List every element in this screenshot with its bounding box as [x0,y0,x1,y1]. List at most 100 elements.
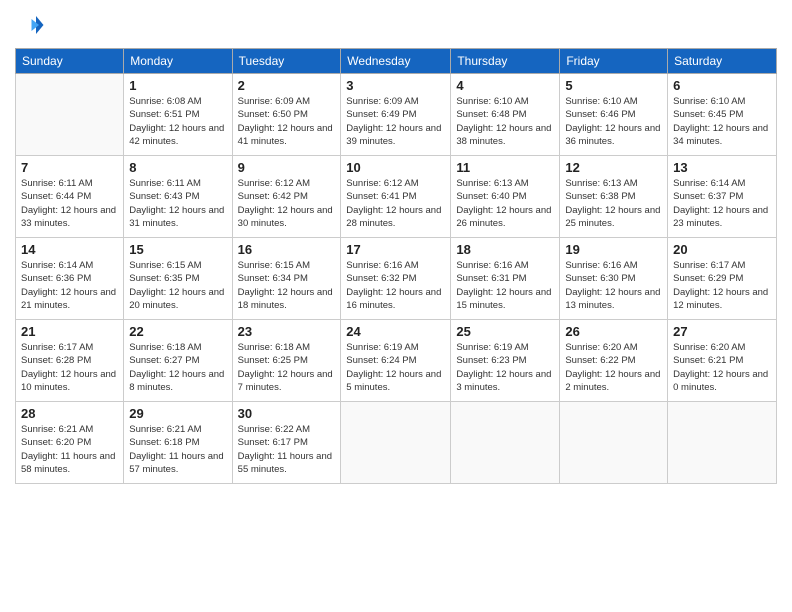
calendar-cell: 8 Sunrise: 6:11 AM Sunset: 6:43 PM Dayli… [124,156,232,238]
day-info: Sunrise: 6:10 AM Sunset: 6:48 PM Dayligh… [456,95,554,148]
calendar-cell: 30 Sunrise: 6:22 AM Sunset: 6:17 PM Dayl… [232,402,341,484]
day-info: Sunrise: 6:16 AM Sunset: 6:30 PM Dayligh… [565,259,662,312]
calendar-cell: 18 Sunrise: 6:16 AM Sunset: 6:31 PM Dayl… [451,238,560,320]
calendar-cell: 19 Sunrise: 6:16 AM Sunset: 6:30 PM Dayl… [560,238,668,320]
day-info: Sunrise: 6:21 AM Sunset: 6:18 PM Dayligh… [129,423,226,476]
day-number: 13 [673,160,771,175]
day-number: 11 [456,160,554,175]
day-number: 14 [21,242,118,257]
day-info: Sunrise: 6:16 AM Sunset: 6:31 PM Dayligh… [456,259,554,312]
week-row-2: 7 Sunrise: 6:11 AM Sunset: 6:44 PM Dayli… [16,156,777,238]
calendar-cell: 28 Sunrise: 6:21 AM Sunset: 6:20 PM Dayl… [16,402,124,484]
calendar-cell: 9 Sunrise: 6:12 AM Sunset: 6:42 PM Dayli… [232,156,341,238]
calendar-cell: 24 Sunrise: 6:19 AM Sunset: 6:24 PM Dayl… [341,320,451,402]
day-info: Sunrise: 6:12 AM Sunset: 6:41 PM Dayligh… [346,177,445,230]
day-info: Sunrise: 6:18 AM Sunset: 6:27 PM Dayligh… [129,341,226,394]
day-number: 25 [456,324,554,339]
day-info: Sunrise: 6:08 AM Sunset: 6:51 PM Dayligh… [129,95,226,148]
day-info: Sunrise: 6:10 AM Sunset: 6:45 PM Dayligh… [673,95,771,148]
day-info: Sunrise: 6:20 AM Sunset: 6:22 PM Dayligh… [565,341,662,394]
day-info: Sunrise: 6:13 AM Sunset: 6:38 PM Dayligh… [565,177,662,230]
week-row-3: 14 Sunrise: 6:14 AM Sunset: 6:36 PM Dayl… [16,238,777,320]
day-header-friday: Friday [560,49,668,74]
calendar-cell [560,402,668,484]
day-info: Sunrise: 6:12 AM Sunset: 6:42 PM Dayligh… [238,177,336,230]
day-info: Sunrise: 6:17 AM Sunset: 6:28 PM Dayligh… [21,341,118,394]
day-number: 2 [238,78,336,93]
day-info: Sunrise: 6:22 AM Sunset: 6:17 PM Dayligh… [238,423,336,476]
day-number: 10 [346,160,445,175]
calendar-cell: 20 Sunrise: 6:17 AM Sunset: 6:29 PM Dayl… [668,238,777,320]
calendar-cell: 11 Sunrise: 6:13 AM Sunset: 6:40 PM Dayl… [451,156,560,238]
day-number: 23 [238,324,336,339]
day-number: 15 [129,242,226,257]
day-header-tuesday: Tuesday [232,49,341,74]
day-info: Sunrise: 6:09 AM Sunset: 6:50 PM Dayligh… [238,95,336,148]
day-info: Sunrise: 6:15 AM Sunset: 6:34 PM Dayligh… [238,259,336,312]
day-header-wednesday: Wednesday [341,49,451,74]
day-header-thursday: Thursday [451,49,560,74]
day-header-monday: Monday [124,49,232,74]
calendar-cell: 7 Sunrise: 6:11 AM Sunset: 6:44 PM Dayli… [16,156,124,238]
calendar-cell: 2 Sunrise: 6:09 AM Sunset: 6:50 PM Dayli… [232,74,341,156]
day-number: 20 [673,242,771,257]
day-info: Sunrise: 6:14 AM Sunset: 6:36 PM Dayligh… [21,259,118,312]
day-number: 3 [346,78,445,93]
day-number: 22 [129,324,226,339]
day-number: 4 [456,78,554,93]
day-info: Sunrise: 6:16 AM Sunset: 6:32 PM Dayligh… [346,259,445,312]
day-info: Sunrise: 6:09 AM Sunset: 6:49 PM Dayligh… [346,95,445,148]
calendar-cell [668,402,777,484]
day-info: Sunrise: 6:11 AM Sunset: 6:44 PM Dayligh… [21,177,118,230]
calendar-cell: 1 Sunrise: 6:08 AM Sunset: 6:51 PM Dayli… [124,74,232,156]
day-number: 12 [565,160,662,175]
calendar-cell: 29 Sunrise: 6:21 AM Sunset: 6:18 PM Dayl… [124,402,232,484]
day-info: Sunrise: 6:17 AM Sunset: 6:29 PM Dayligh… [673,259,771,312]
day-number: 18 [456,242,554,257]
day-number: 8 [129,160,226,175]
logo [15,10,49,40]
calendar-cell: 4 Sunrise: 6:10 AM Sunset: 6:48 PM Dayli… [451,74,560,156]
calendar-cell [451,402,560,484]
calendar-cell: 13 Sunrise: 6:14 AM Sunset: 6:37 PM Dayl… [668,156,777,238]
calendar-cell: 23 Sunrise: 6:18 AM Sunset: 6:25 PM Dayl… [232,320,341,402]
day-number: 1 [129,78,226,93]
week-row-1: 1 Sunrise: 6:08 AM Sunset: 6:51 PM Dayli… [16,74,777,156]
calendar-cell: 27 Sunrise: 6:20 AM Sunset: 6:21 PM Dayl… [668,320,777,402]
week-row-4: 21 Sunrise: 6:17 AM Sunset: 6:28 PM Dayl… [16,320,777,402]
calendar-cell: 6 Sunrise: 6:10 AM Sunset: 6:45 PM Dayli… [668,74,777,156]
calendar-cell: 25 Sunrise: 6:19 AM Sunset: 6:23 PM Dayl… [451,320,560,402]
calendar-cell: 15 Sunrise: 6:15 AM Sunset: 6:35 PM Dayl… [124,238,232,320]
day-number: 24 [346,324,445,339]
day-number: 17 [346,242,445,257]
day-number: 7 [21,160,118,175]
day-info: Sunrise: 6:14 AM Sunset: 6:37 PM Dayligh… [673,177,771,230]
day-number: 6 [673,78,771,93]
day-header-saturday: Saturday [668,49,777,74]
calendar-cell: 17 Sunrise: 6:16 AM Sunset: 6:32 PM Dayl… [341,238,451,320]
calendar-cell: 21 Sunrise: 6:17 AM Sunset: 6:28 PM Dayl… [16,320,124,402]
calendar-cell: 14 Sunrise: 6:14 AM Sunset: 6:36 PM Dayl… [16,238,124,320]
calendar-cell: 12 Sunrise: 6:13 AM Sunset: 6:38 PM Dayl… [560,156,668,238]
day-number: 16 [238,242,336,257]
day-info: Sunrise: 6:10 AM Sunset: 6:46 PM Dayligh… [565,95,662,148]
calendar-header-row: SundayMondayTuesdayWednesdayThursdayFrid… [16,49,777,74]
logo-icon [15,10,45,40]
day-info: Sunrise: 6:21 AM Sunset: 6:20 PM Dayligh… [21,423,118,476]
day-number: 19 [565,242,662,257]
day-header-sunday: Sunday [16,49,124,74]
page: SundayMondayTuesdayWednesdayThursdayFrid… [0,0,792,612]
week-row-5: 28 Sunrise: 6:21 AM Sunset: 6:20 PM Dayl… [16,402,777,484]
calendar-cell: 10 Sunrise: 6:12 AM Sunset: 6:41 PM Dayl… [341,156,451,238]
day-info: Sunrise: 6:15 AM Sunset: 6:35 PM Dayligh… [129,259,226,312]
day-number: 21 [21,324,118,339]
day-info: Sunrise: 6:19 AM Sunset: 6:24 PM Dayligh… [346,341,445,394]
calendar-cell: 22 Sunrise: 6:18 AM Sunset: 6:27 PM Dayl… [124,320,232,402]
day-info: Sunrise: 6:19 AM Sunset: 6:23 PM Dayligh… [456,341,554,394]
header [15,10,777,40]
calendar-cell: 5 Sunrise: 6:10 AM Sunset: 6:46 PM Dayli… [560,74,668,156]
day-number: 27 [673,324,771,339]
day-number: 30 [238,406,336,421]
calendar-cell: 3 Sunrise: 6:09 AM Sunset: 6:49 PM Dayli… [341,74,451,156]
day-number: 9 [238,160,336,175]
